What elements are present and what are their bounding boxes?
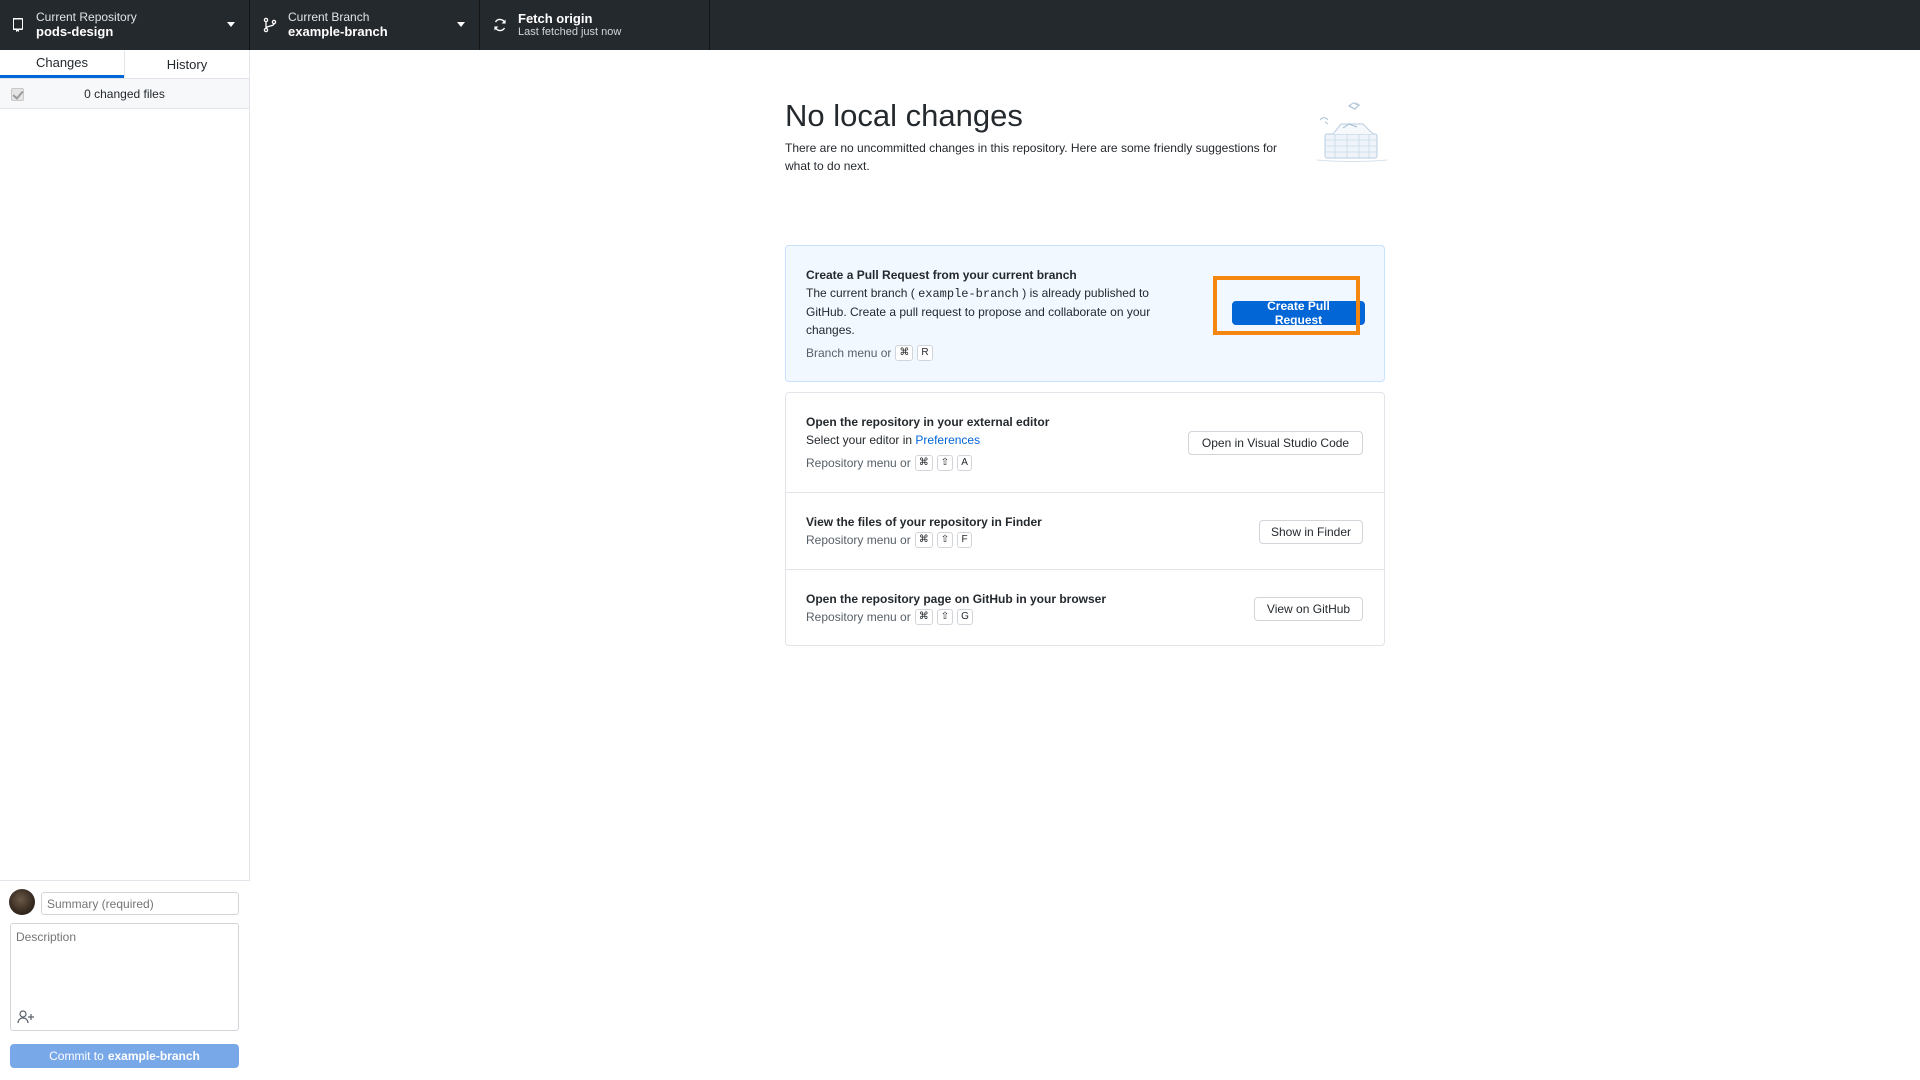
fetch-origin-button[interactable]: Fetch origin Last fetched just now bbox=[480, 0, 710, 50]
shortcut-label: Branch menu or bbox=[806, 346, 892, 360]
tab-changes[interactable]: Changes bbox=[0, 50, 124, 78]
editor-shortcut: Repository menu or ⌘ ⇧ A bbox=[806, 454, 1186, 472]
fetch-label: Fetch origin bbox=[518, 10, 593, 26]
finder-title: View the files of your repository in Fin… bbox=[806, 515, 1042, 529]
branch-icon bbox=[262, 17, 278, 33]
github-title: Open the repository page on GitHub in yo… bbox=[806, 592, 1107, 606]
highlight-box bbox=[1213, 276, 1360, 335]
command-key: ⌘ bbox=[914, 609, 933, 625]
chevron-down-icon bbox=[457, 22, 465, 27]
branch-name: example-branch bbox=[288, 24, 388, 40]
commit-button[interactable]: Commit to example-branch bbox=[10, 1044, 239, 1068]
page-title: No local changes bbox=[785, 98, 1023, 133]
sidebar: Changes History 0 changed files Commit t… bbox=[0, 50, 250, 1080]
no-changes-view: No local changes There are no uncommitte… bbox=[785, 94, 1388, 646]
shift-key: ⇧ bbox=[936, 455, 954, 471]
editor-suggestion: Open the repository in your external edi… bbox=[806, 413, 1186, 472]
repository-name: pods-design bbox=[36, 24, 114, 40]
toolbar: Current Repository pods-design Current B… bbox=[0, 0, 1920, 50]
shortcut-label: Repository menu or bbox=[806, 456, 911, 470]
view-on-github-button[interactable]: View on GitHub bbox=[1254, 597, 1363, 621]
chevron-down-icon bbox=[227, 22, 235, 27]
repository-label: Current Repository bbox=[36, 10, 137, 24]
commit-button-branch: example-branch bbox=[107, 1049, 200, 1063]
changed-files-count: 0 changed files bbox=[84, 86, 165, 101]
editor-title: Open the repository in your external edi… bbox=[806, 415, 1050, 429]
description-input[interactable] bbox=[11, 924, 238, 1004]
pull-request-description: The current branch ( example-branch ) is… bbox=[806, 284, 1186, 339]
select-all-checkbox[interactable] bbox=[11, 88, 24, 101]
f-key: F bbox=[957, 532, 973, 548]
branch-selector[interactable]: Current Branch example-branch bbox=[250, 0, 480, 50]
finder-shortcut: Repository menu or ⌘ ⇧ F bbox=[806, 531, 1186, 549]
shortcut-label: Repository menu or bbox=[806, 533, 911, 547]
command-key: ⌘ bbox=[914, 532, 933, 548]
command-key: ⌘ bbox=[914, 455, 933, 471]
description-field bbox=[10, 923, 239, 1031]
pull-request-branch-code: example-branch bbox=[918, 287, 1019, 301]
shift-key: ⇧ bbox=[936, 609, 954, 625]
r-key: R bbox=[917, 345, 933, 361]
pull-request-title: Create a Pull Request from your current … bbox=[806, 268, 1077, 282]
sync-icon bbox=[492, 17, 508, 33]
shortcut-label: Repository menu or bbox=[806, 610, 911, 624]
show-in-finder-button[interactable]: Show in Finder bbox=[1259, 520, 1363, 544]
github-shortcut: Repository menu or ⌘ ⇧ G bbox=[806, 608, 1186, 626]
editor-description: Select your editor in Preferences bbox=[806, 431, 1186, 449]
sidebar-tabs: Changes History bbox=[0, 50, 249, 79]
empty-state-illustration bbox=[1316, 102, 1388, 162]
divider bbox=[786, 492, 1384, 493]
suggestions-card: Open the repository in your external edi… bbox=[785, 392, 1385, 646]
preferences-link[interactable]: Preferences bbox=[915, 433, 980, 447]
pull-request-shortcut: Branch menu or ⌘ R bbox=[806, 344, 1186, 362]
shift-key: ⇧ bbox=[936, 532, 954, 548]
pull-request-info: Create a Pull Request from your current … bbox=[806, 266, 1186, 362]
finder-suggestion: View the files of your repository in Fin… bbox=[806, 513, 1186, 549]
avatar bbox=[9, 889, 35, 915]
branch-label: Current Branch bbox=[288, 10, 370, 24]
changes-header: 0 changed files bbox=[0, 79, 249, 109]
pull-request-desc-text: The current branch ( bbox=[806, 286, 915, 300]
open-in-vscode-button[interactable]: Open in Visual Studio Code bbox=[1188, 431, 1363, 455]
editor-desc-text: Select your editor in bbox=[806, 433, 913, 447]
github-suggestion: Open the repository page on GitHub in yo… bbox=[806, 590, 1186, 626]
repository-selector[interactable]: Current Repository pods-design bbox=[0, 0, 250, 50]
divider bbox=[786, 569, 1384, 570]
page-subtitle: There are no uncommitted changes in this… bbox=[785, 141, 1278, 173]
g-key: G bbox=[957, 609, 973, 625]
tab-history[interactable]: History bbox=[124, 50, 249, 78]
repo-icon bbox=[10, 17, 26, 33]
fetch-status: Last fetched just now bbox=[518, 26, 622, 39]
main-content: No local changes There are no uncommitte… bbox=[251, 50, 1920, 1080]
add-coauthor-icon[interactable] bbox=[17, 1010, 35, 1024]
command-key: ⌘ bbox=[895, 345, 914, 361]
a-key: A bbox=[957, 455, 973, 471]
commit-button-prefix: Commit to bbox=[49, 1049, 104, 1063]
commit-panel: Commit to example-branch bbox=[0, 880, 250, 1080]
summary-input[interactable] bbox=[41, 892, 239, 915]
